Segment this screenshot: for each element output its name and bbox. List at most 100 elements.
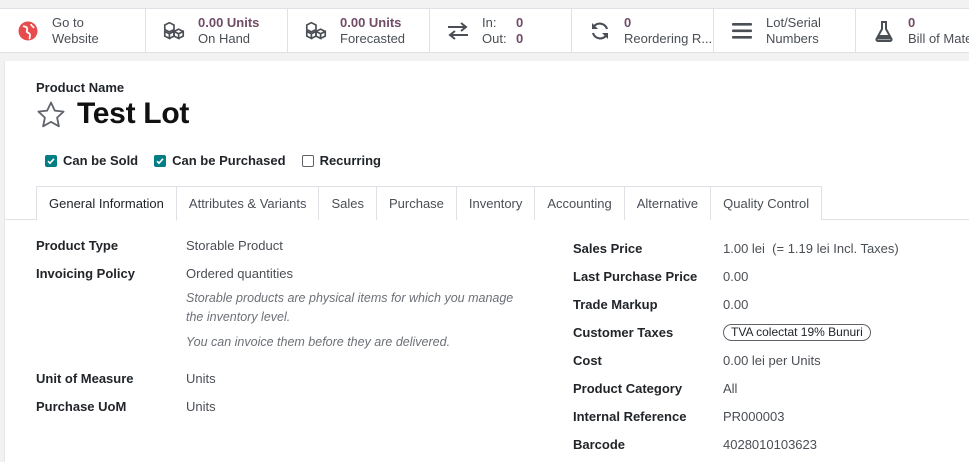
sales-price-field: 1.00 lei (= 1.19 lei Incl. Taxes) xyxy=(723,241,899,256)
internal-reference-row: Internal Reference PR000003 xyxy=(573,402,969,430)
last-purchase-price-label: Last Purchase Price xyxy=(573,268,698,284)
sales-price-row: Sales Price 1.00 lei (= 1.19 lei Incl. T… xyxy=(573,234,969,262)
can-be-sold-label: Can be Sold xyxy=(63,153,139,168)
bom-value: 0 xyxy=(908,14,916,30)
customer-tax-tag[interactable]: TVA colectat 19% Bunuri xyxy=(723,323,871,341)
product-category-field[interactable]: All xyxy=(723,381,737,396)
tab-accounting[interactable]: Accounting xyxy=(534,186,625,220)
sales-price-value[interactable]: 1.00 lei xyxy=(723,241,765,256)
bars-icon xyxy=(730,19,754,43)
checkbox-unchecked-icon xyxy=(301,154,314,167)
tab-alternative[interactable]: Alternative xyxy=(623,186,712,220)
product-category-label: Product Category xyxy=(573,380,683,396)
go-to-website-button[interactable]: Go to Website xyxy=(0,9,146,52)
cubes-icon xyxy=(162,19,186,43)
lots-line2: Numbers xyxy=(766,30,819,46)
tab-quality-control[interactable]: Quality Control xyxy=(710,186,823,220)
purchase-uom-label: Purchase UoM xyxy=(36,398,127,414)
unit-of-measure-row: Unit of Measure Units xyxy=(36,364,536,392)
help-text-block: Storable products are physical items for… xyxy=(36,287,536,364)
unit-of-measure-field[interactable]: Units xyxy=(186,371,216,386)
product-type-select[interactable]: Storable Product xyxy=(186,238,283,253)
cost-field: 0.00 lei per Units xyxy=(723,353,821,368)
on-hand-label: On Hand xyxy=(198,30,251,46)
tab-general-information[interactable]: General Information xyxy=(36,186,177,221)
reordering-label: Reordering R... xyxy=(624,30,713,46)
left-field-group: Product Type Storable Product Invoicing … xyxy=(36,231,536,420)
customer-taxes-field: TVA colectat 19% Bunuri xyxy=(723,323,871,341)
barcode-row: Barcode 4028010103623 xyxy=(573,430,969,458)
tab-sales[interactable]: Sales xyxy=(318,186,377,220)
reordering-rules-button[interactable]: 0 Reordering R... xyxy=(572,9,714,52)
help-text-line1: Storable products are physical items for… xyxy=(186,291,514,305)
website-line1: Go to xyxy=(52,14,84,30)
trade-markup-label: Trade Markup xyxy=(573,296,658,312)
forecasted-value: 0.00 Units xyxy=(340,14,402,30)
sales-price-incl-taxes: (= 1.19 lei Incl. Taxes) xyxy=(772,240,899,256)
product-flags: Can be Sold Can be Purchased Recurring xyxy=(45,153,397,168)
can-be-purchased-label: Can be Purchased xyxy=(172,153,286,168)
exchange-icon xyxy=(446,19,470,43)
unit-of-measure-label: Unit of Measure xyxy=(36,370,134,386)
recurring-checkbox[interactable]: Recurring xyxy=(301,153,381,168)
out-label: Out: xyxy=(482,30,507,46)
on-hand-value: 0.00 Units xyxy=(198,14,260,30)
trade-markup-value[interactable]: 0.00 xyxy=(723,297,748,312)
cost-label: Cost xyxy=(573,352,602,368)
tab-inventory[interactable]: Inventory xyxy=(455,186,536,220)
help-text-line3: You can invoice them before they are del… xyxy=(186,335,451,349)
barcode-field[interactable]: 4028010103623 xyxy=(723,437,817,452)
cost-row: Cost 0.00 lei per Units xyxy=(573,346,969,374)
out-value: 0 xyxy=(516,30,524,46)
invoicing-policy-select[interactable]: Ordered quantities xyxy=(186,266,293,281)
on-hand-button[interactable]: 0.00 Units On Hand xyxy=(146,9,288,52)
lots-line1: Lot/Serial xyxy=(766,14,821,30)
tab-purchase[interactable]: Purchase xyxy=(375,186,457,220)
help-text-line2: the inventory level. xyxy=(186,310,291,324)
bill-of-materials-button[interactable]: 0 Bill of Mate xyxy=(856,9,969,52)
in-value: 0 xyxy=(516,14,524,30)
forecasted-label: Forecasted xyxy=(340,30,406,46)
internal-reference-field[interactable]: PR000003 xyxy=(723,409,784,424)
can-be-purchased-checkbox[interactable]: Can be Purchased xyxy=(154,153,286,168)
can-be-sold-checkbox[interactable]: Can be Sold xyxy=(45,153,138,168)
purchase-uom-field[interactable]: Units xyxy=(186,399,216,414)
tab-attributes-variants[interactable]: Attributes & Variants xyxy=(175,186,320,220)
cost-unit: per Units xyxy=(768,352,821,368)
product-type-row: Product Type Storable Product xyxy=(36,231,536,259)
purchase-uom-row: Purchase UoM Units xyxy=(36,392,536,420)
website-line2: Website xyxy=(52,30,99,46)
smart-button-bar: Go to Website 0.00 Units On Hand 0.00 Unit… xyxy=(0,8,969,53)
reordering-value: 0 xyxy=(624,14,632,30)
refresh-icon xyxy=(588,19,612,43)
last-purchase-price-row: Last Purchase Price 0.00 xyxy=(573,262,969,290)
checkbox-checked-icon xyxy=(154,154,167,167)
globe-icon xyxy=(16,19,40,43)
last-purchase-price-value: 0.00 xyxy=(723,268,749,284)
product-type-label: Product Type xyxy=(36,237,119,253)
trade-markup-row: Trade Markup 0.00 xyxy=(573,290,969,318)
sales-price-label: Sales Price xyxy=(573,240,643,256)
notebook-tabs: General Information Attributes & Variant… xyxy=(5,186,969,221)
product-form-sheet: Product Name Test Lot Can be Sold Can be… xyxy=(4,61,969,462)
customer-taxes-row: Customer Taxes TVA colectat 19% Bunuri xyxy=(573,318,969,346)
lot-serial-numbers-button[interactable]: Lot/Serial Numbers xyxy=(714,9,856,52)
cost-value[interactable]: 0.00 lei xyxy=(723,353,765,368)
favorite-star-icon[interactable] xyxy=(36,100,66,130)
flask-icon xyxy=(872,19,896,43)
recurring-label: Recurring xyxy=(319,153,381,168)
invoicing-policy-label: Invoicing Policy xyxy=(36,265,135,281)
bom-label: Bill of Mate xyxy=(908,30,969,46)
product-category-row: Product Category All xyxy=(573,374,969,402)
checkbox-checked-icon xyxy=(45,154,57,167)
in-out-button[interactable]: In: 0 Out: 0 xyxy=(430,9,572,52)
invoicing-policy-row: Invoicing Policy Ordered quantities xyxy=(36,259,536,287)
customer-taxes-label: Customer Taxes xyxy=(573,324,674,340)
cubes-icon xyxy=(304,19,328,43)
internal-reference-label: Internal Reference xyxy=(573,408,687,424)
product-name-title[interactable]: Test Lot xyxy=(77,97,189,131)
barcode-label: Barcode xyxy=(573,436,626,452)
product-name-label: Product Name xyxy=(36,80,125,95)
forecasted-button[interactable]: 0.00 Units Forecasted xyxy=(288,9,430,52)
right-field-group: Sales Price 1.00 lei (= 1.19 lei Incl. T… xyxy=(573,234,969,458)
